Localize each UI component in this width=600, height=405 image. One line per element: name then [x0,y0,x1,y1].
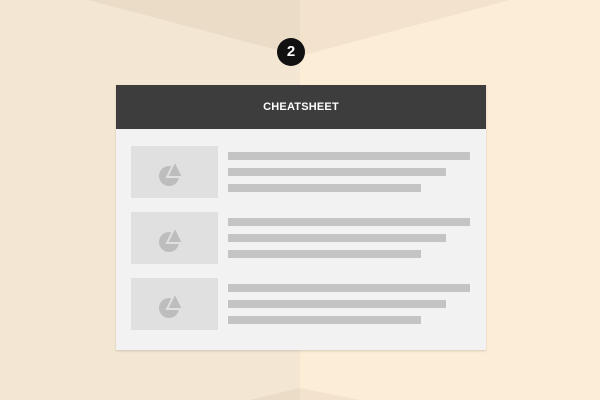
text-placeholder-line [228,218,470,226]
text-placeholder-line [228,316,421,324]
cheatsheet-window: CHEATSHEET [116,85,486,350]
text-placeholder-line [228,250,421,258]
window-titlebar: CHEATSHEET [116,85,486,129]
window-title: CHEATSHEET [263,101,339,113]
list-item[interactable] [131,278,471,330]
list-item[interactable] [131,146,471,198]
text-placeholder-line [228,168,446,176]
shapes-icon [159,290,185,318]
thumbnail-placeholder [131,278,218,330]
text-placeholder-line [228,284,470,292]
text-placeholder-line [228,152,470,160]
text-placeholder-line [228,300,446,308]
list-item[interactable] [131,212,471,264]
thumbnail-placeholder [131,212,218,264]
thumbnail-placeholder [131,146,218,198]
shapes-icon [159,158,185,186]
shapes-icon [159,224,185,252]
text-placeholder-line [228,184,421,192]
text-placeholder-line [228,234,446,242]
step-number-badge: 2 [277,38,305,66]
